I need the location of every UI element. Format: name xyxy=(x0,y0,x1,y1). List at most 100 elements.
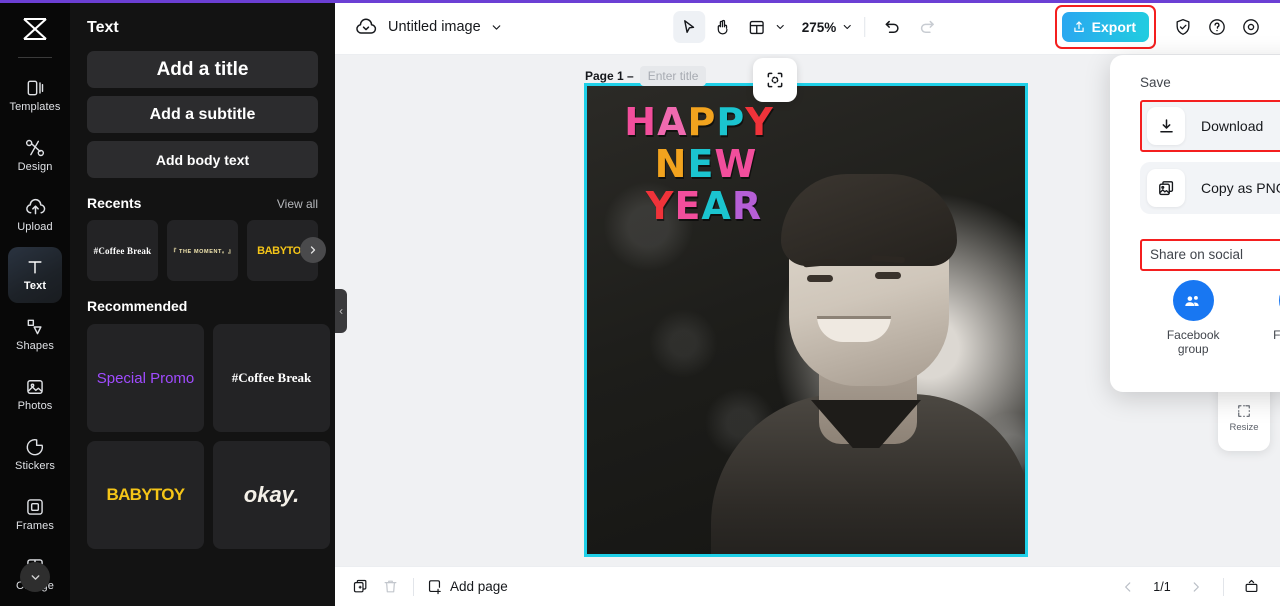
copy-as-png-row[interactable]: Copy as PNG xyxy=(1140,162,1280,214)
left-rail: Templates Design Upload Text Shapes Phot… xyxy=(0,0,70,606)
layout-tool-group[interactable] xyxy=(741,11,786,43)
chevron-left-icon[interactable] xyxy=(1113,572,1143,602)
cloud-saved-icon xyxy=(353,14,379,40)
shapes-icon xyxy=(25,317,45,337)
sidebar-item-label: Templates xyxy=(9,100,61,113)
sidebar-item-stickers[interactable]: Stickers xyxy=(8,427,62,483)
recommended-item-label: okay. xyxy=(243,482,300,507)
trash-icon[interactable] xyxy=(375,572,405,602)
zoom-level[interactable]: 275% xyxy=(802,20,837,35)
artwork-letter: H xyxy=(624,100,656,144)
share-facebook-group-button[interactable]: Facebook group xyxy=(1140,280,1246,356)
gear-icon[interactable] xyxy=(1236,12,1266,42)
list-item[interactable]: Special Promo xyxy=(87,324,204,432)
bottom-toolbar: Add page 1/1 xyxy=(335,566,1280,606)
list-item[interactable]: BABYTOY xyxy=(87,441,204,549)
add-body-text-button[interactable]: Add body text xyxy=(87,141,318,178)
download-icon xyxy=(1147,107,1185,145)
crop-select-icon[interactable] xyxy=(753,58,797,102)
list-item[interactable]: #Coffee Break xyxy=(87,220,158,281)
text-T-icon xyxy=(25,257,45,277)
canvas-tools: 275% xyxy=(672,11,943,43)
duplicate-page-icon[interactable] xyxy=(345,572,375,602)
shield-check-icon[interactable] xyxy=(1168,12,1198,42)
document-title[interactable]: Untitled image xyxy=(388,19,481,35)
canvas-image: HAPPY NEW YEAR xyxy=(587,86,1025,554)
redo-arrow-icon xyxy=(910,11,942,43)
sidebar-item-shapes[interactable]: Shapes xyxy=(8,307,62,363)
share-on-social-highlight: Share on social xyxy=(1140,239,1280,271)
sidebar-item-design[interactable]: Design xyxy=(8,127,62,183)
add-subtitle-button[interactable]: Add a subtitle xyxy=(87,96,318,133)
artwork-letter: P xyxy=(687,100,715,144)
export-button[interactable]: Export xyxy=(1061,12,1149,42)
export-button-label: Export xyxy=(1091,19,1136,35)
list-item[interactable]: okay. xyxy=(213,441,330,549)
page-nav: 1/1 xyxy=(1113,572,1266,602)
rail-divider xyxy=(18,56,52,58)
page-number-label: Page 1 – xyxy=(585,69,634,83)
share-on-social-heading: Share on social xyxy=(1150,247,1244,262)
cursor-arrow-icon[interactable] xyxy=(672,11,705,43)
chevron-down-icon[interactable] xyxy=(490,21,503,34)
sidebar-item-label: Shapes xyxy=(16,340,54,353)
add-title-button[interactable]: Add a title xyxy=(87,51,318,88)
recommended-item-label: BABYTOY xyxy=(106,485,186,504)
sidebar-item-photos[interactable]: Photos xyxy=(8,367,62,423)
recommended-title: Recommended xyxy=(87,298,188,314)
download-row[interactable]: Download Pages: All pages Format: JPEG S… xyxy=(1140,100,1280,152)
sidebar-item-text[interactable]: Text xyxy=(8,247,62,303)
bottom-divider xyxy=(413,577,414,596)
recommended-header: Recommended xyxy=(87,298,318,314)
new-year-text-art[interactable]: HAPPY NEW YEAR xyxy=(603,102,793,226)
recents-view-all-link[interactable]: View all xyxy=(277,197,318,211)
templates-icon xyxy=(25,78,45,98)
panel-collapse-handle[interactable] xyxy=(335,289,347,333)
copy-image-icon xyxy=(1147,169,1185,207)
bottom-divider xyxy=(1223,577,1224,596)
hand-pan-icon[interactable] xyxy=(707,11,739,43)
question-circle-icon[interactable] xyxy=(1202,12,1232,42)
add-page-icon xyxy=(426,578,443,595)
recents-item-label: #Coffee Break xyxy=(93,245,152,256)
sticker-icon xyxy=(25,437,45,457)
share-facebook-page-button[interactable]: Facebook Page xyxy=(1246,280,1280,356)
artwork-letter: Y xyxy=(745,100,773,144)
page-label-row: Page 1 – Enter title xyxy=(585,66,707,86)
recents-list: #Coffee Break 『 THE MOMENT。』 BABYTOY xyxy=(87,220,326,281)
chevron-down-icon[interactable] xyxy=(20,562,50,592)
artwork-line-1: HAPPY xyxy=(603,102,793,142)
chevron-down-icon[interactable] xyxy=(841,21,853,33)
page-title-input[interactable]: Enter title xyxy=(639,66,707,86)
resize-icon xyxy=(1235,402,1253,420)
chevron-down-icon[interactable] xyxy=(774,21,786,33)
sidebar-item-templates[interactable]: Templates xyxy=(8,67,62,123)
sidebar-item-upload[interactable]: Upload xyxy=(8,187,62,243)
list-item[interactable]: 『 THE MOMENT。』 xyxy=(167,220,238,281)
sidebar-item-label: Frames xyxy=(16,519,54,532)
artwork-letter: Y xyxy=(645,184,674,228)
artwork-letter: W xyxy=(714,142,756,186)
artwork-letter: E xyxy=(674,184,700,228)
chevron-right-icon[interactable] xyxy=(300,237,326,263)
layout-grid-icon[interactable] xyxy=(741,11,773,43)
page-indicator: 1/1 xyxy=(1153,579,1171,594)
chevron-right-icon[interactable] xyxy=(1181,572,1211,602)
copy-as-png-label: Copy as PNG xyxy=(1201,180,1280,196)
present-icon[interactable] xyxy=(1236,572,1266,602)
upload-cloud-icon xyxy=(25,197,46,218)
artboard[interactable]: HAPPY NEW YEAR xyxy=(584,83,1028,557)
save-heading: Save xyxy=(1140,75,1171,90)
list-item[interactable]: #Coffee Break xyxy=(213,324,330,432)
right-rail-item-resize[interactable]: Resize xyxy=(1218,394,1270,442)
add-page-label: Add page xyxy=(450,579,508,594)
add-page-button[interactable]: Add page xyxy=(426,578,508,595)
undo-arrow-icon[interactable] xyxy=(876,11,908,43)
capcut-logo-icon[interactable] xyxy=(13,10,57,49)
sidebar-item-label: Design xyxy=(17,160,53,173)
sidebar-item-frames[interactable]: Frames xyxy=(8,486,62,542)
panel-title: Text xyxy=(87,19,119,36)
social-share-list: Facebook group Facebook Page xyxy=(1140,280,1280,356)
topbar-right: Export xyxy=(1054,5,1266,49)
frames-icon xyxy=(25,497,45,517)
